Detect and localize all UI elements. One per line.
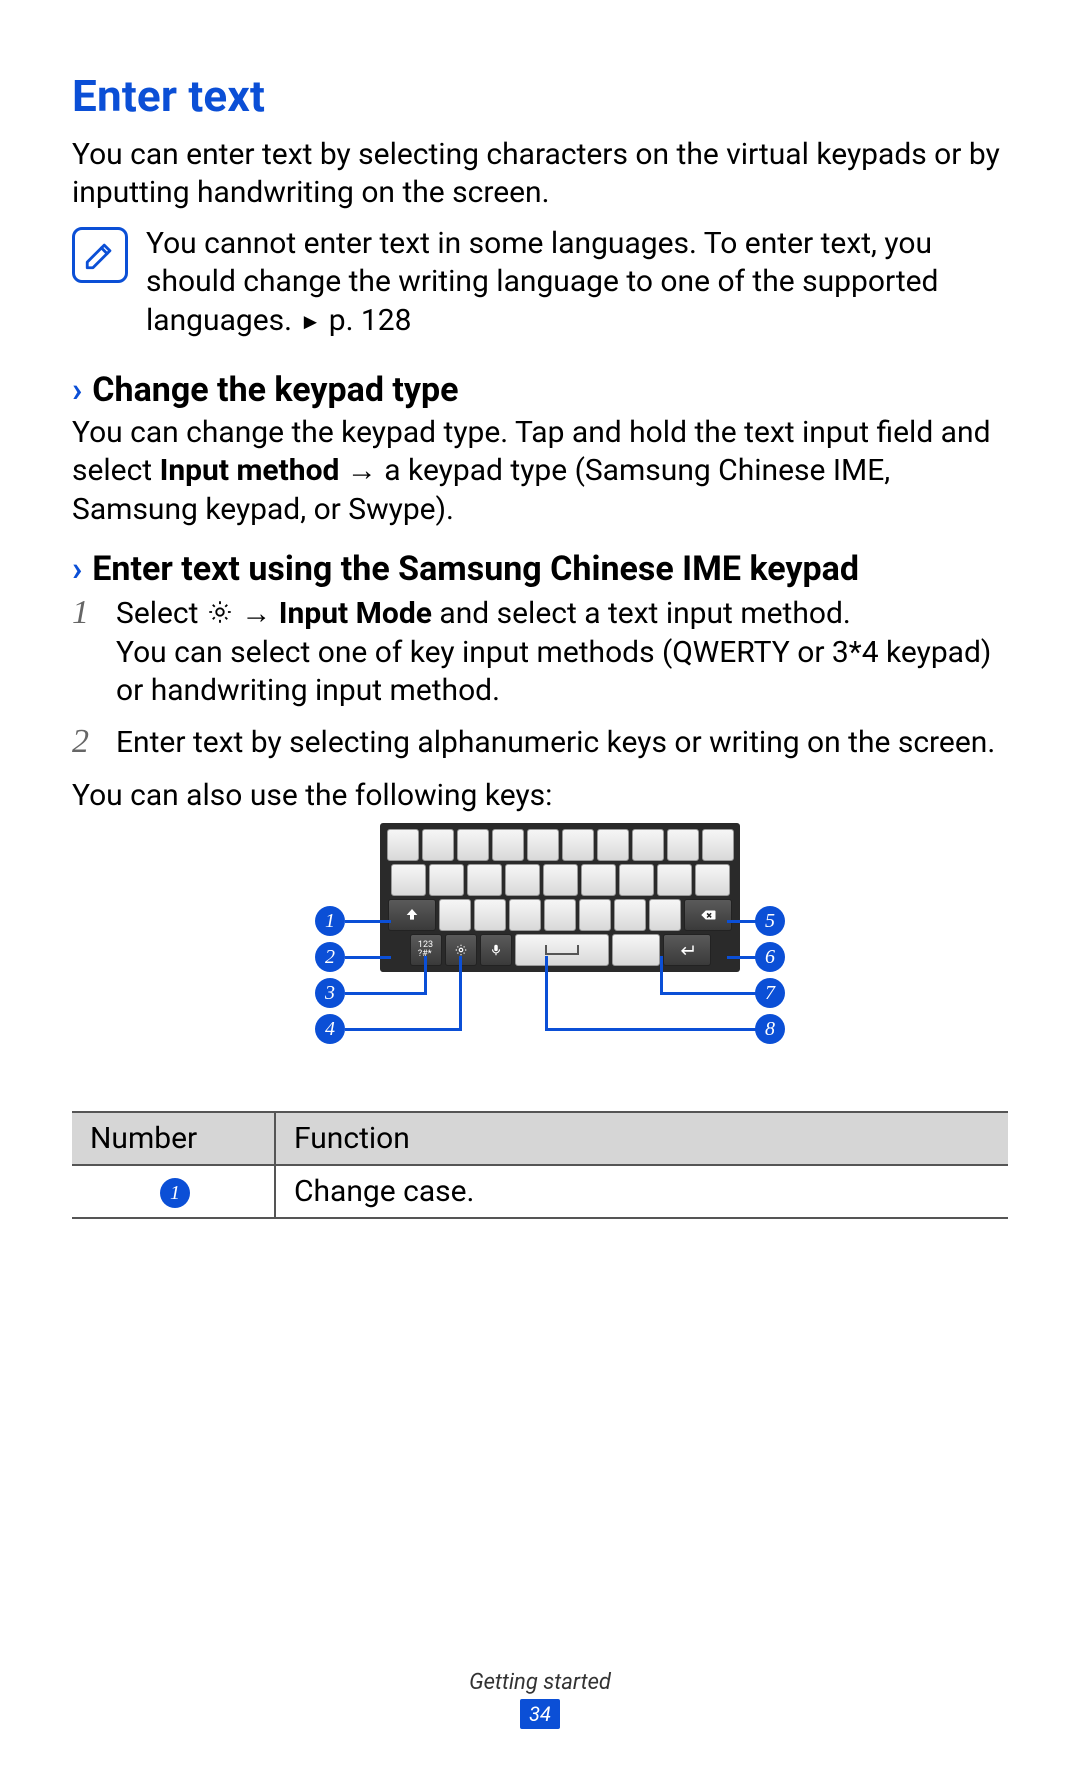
function-table: Number Function 1 Change case. <box>72 1111 1008 1219</box>
callout-3: 3 <box>315 978 345 1008</box>
row-badge-1: 1 <box>160 1178 190 1208</box>
note-icon <box>72 227 128 283</box>
table-header-row: Number Function <box>72 1112 1008 1165</box>
step-body: Select → Input Mode and select a text in… <box>116 595 1008 710</box>
change-keypad-paragraph: You can change the keypad type. Tap and … <box>72 414 1008 529</box>
page-number: 34 <box>520 1699 560 1729</box>
step-list: 1 Select → Input Mode and select a text … <box>72 595 1008 763</box>
col-function: Function <box>275 1112 1008 1165</box>
callout-2: 2 <box>315 942 345 972</box>
step-2: 2 Enter text by selecting alphanumeric k… <box>72 724 1008 762</box>
chevron-icon: › <box>72 370 82 410</box>
subheading-row-1: › Change the keypad type <box>72 370 1008 410</box>
step1-post: and select a text input method. <box>432 596 851 631</box>
step-1: 1 Select → Input Mode and select a text … <box>72 595 1008 710</box>
callout-5: 5 <box>755 906 785 936</box>
keypad-diagram: 123?#* 1 2 <box>72 823 1008 1093</box>
gear-icon <box>206 598 234 626</box>
onscreen-keypad: 123?#* <box>380 823 740 972</box>
note-page-ref: p. 128 <box>329 303 412 338</box>
cell-number: 1 <box>72 1165 275 1218</box>
shift-key <box>388 899 436 931</box>
change-bold: Input method <box>160 453 340 488</box>
step-body: Enter text by selecting alphanumeric key… <box>116 724 995 762</box>
table-row: 1 Change case. <box>72 1165 1008 1218</box>
chevron-icon: › <box>72 549 82 589</box>
step1-bold: Input Mode <box>279 596 432 631</box>
step1-pre: Select <box>116 596 206 631</box>
cell-function: Change case. <box>275 1165 1008 1218</box>
play-icon: ► <box>299 310 321 335</box>
callout-4: 4 <box>315 1014 345 1044</box>
col-number: Number <box>72 1112 275 1165</box>
intro-paragraph: You can enter text by selecting characte… <box>72 136 1008 213</box>
step1-mid: → <box>234 596 279 631</box>
step-number: 1 <box>72 595 100 710</box>
subheading-row-2: › Enter text using the Samsung Chinese I… <box>72 549 1008 589</box>
voice-key <box>480 934 512 966</box>
space-key <box>515 934 609 966</box>
callout-6: 6 <box>755 942 785 972</box>
note-text: You cannot enter text in some languages.… <box>146 225 1008 340</box>
note-block: You cannot enter text in some languages.… <box>72 225 1008 340</box>
step-number: 2 <box>72 724 100 762</box>
page-footer: Getting started 34 <box>0 1670 1080 1729</box>
note-text-body: You cannot enter text in some languages.… <box>146 226 938 338</box>
step1-extra: You can select one of key input methods … <box>116 635 991 708</box>
manual-page: Enter text You can enter text by selecti… <box>0 0 1080 1771</box>
following-keys-label: You can also use the following keys: <box>72 777 1008 815</box>
enter-key <box>663 934 711 966</box>
subheading-samsung-ime: Enter text using the Samsung Chinese IME… <box>92 549 859 589</box>
subheading-change-keypad: Change the keypad type <box>92 370 458 410</box>
footer-section-label: Getting started <box>0 1670 1080 1695</box>
callout-8: 8 <box>755 1014 785 1044</box>
callout-1: 1 <box>315 906 345 936</box>
page-title: Enter text <box>72 70 1008 122</box>
keypad-wrap: 123?#* 1 2 <box>260 823 820 1093</box>
callout-7: 7 <box>755 978 785 1008</box>
backspace-key <box>684 899 732 931</box>
